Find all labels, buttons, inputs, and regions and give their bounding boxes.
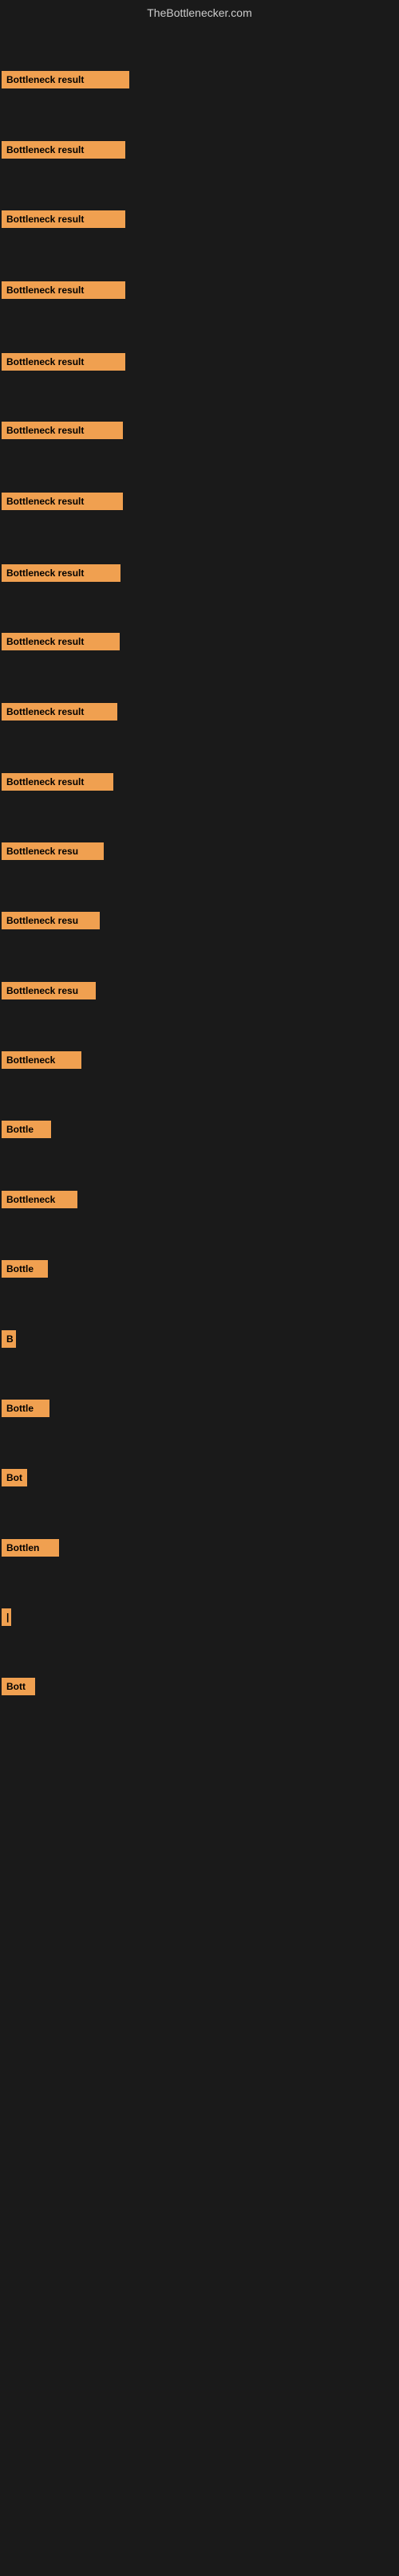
bottleneck-bar-23: | — [2, 1608, 11, 1626]
bottleneck-bar-4: Bottleneck result — [2, 281, 125, 299]
bottleneck-bar-5: Bottleneck result — [2, 353, 125, 371]
bar-row-15: Bottleneck — [2, 1051, 81, 1073]
bottleneck-bar-20: Bottle — [2, 1400, 49, 1417]
bottleneck-bar-1: Bottleneck result — [2, 71, 129, 88]
bottleneck-bar-11: Bottleneck result — [2, 773, 113, 791]
bar-row-16: Bottle — [2, 1121, 51, 1142]
bar-row-3: Bottleneck result — [2, 210, 125, 232]
bar-row-13: Bottleneck resu — [2, 912, 100, 933]
bottleneck-bar-6: Bottleneck result — [2, 422, 123, 439]
bar-row-1: Bottleneck result — [2, 71, 129, 92]
bottleneck-bar-8: Bottleneck result — [2, 564, 120, 582]
bar-row-5: Bottleneck result — [2, 353, 125, 375]
bar-row-23: | — [2, 1608, 11, 1630]
bar-row-14: Bottleneck resu — [2, 982, 96, 1003]
bar-row-12: Bottleneck resu — [2, 842, 104, 864]
bar-row-11: Bottleneck result — [2, 773, 113, 795]
site-title: TheBottlenecker.com — [0, 0, 399, 26]
bottleneck-bar-14: Bottleneck resu — [2, 982, 96, 999]
bottleneck-bar-13: Bottleneck resu — [2, 912, 100, 929]
bar-row-20: Bottle — [2, 1400, 49, 1421]
bar-row-10: Bottleneck result — [2, 703, 117, 724]
bottleneck-bar-3: Bottleneck result — [2, 210, 125, 228]
bottleneck-bar-12: Bottleneck resu — [2, 842, 104, 860]
bar-row-18: Bottle — [2, 1260, 48, 1282]
bars-container: Bottleneck result Bottleneck result Bottle… — [0, 26, 399, 2576]
bottleneck-bar-17: Bottleneck — [2, 1191, 77, 1208]
bar-row-8: Bottleneck result — [2, 564, 120, 586]
bottleneck-bar-16: Bottle — [2, 1121, 51, 1138]
bar-row-24: Bott — [2, 1678, 35, 1699]
bar-row-2: Bottleneck result — [2, 141, 125, 163]
bottleneck-bar-18: Bottle — [2, 1260, 48, 1278]
bottleneck-bar-2: Bottleneck result — [2, 141, 125, 159]
bar-row-7: Bottleneck result — [2, 493, 123, 514]
bottleneck-bar-19: B — [2, 1330, 16, 1348]
bottleneck-bar-10: Bottleneck result — [2, 703, 117, 721]
bottleneck-bar-22: Bottlen — [2, 1539, 59, 1557]
bottleneck-bar-9: Bottleneck result — [2, 633, 120, 650]
bar-row-17: Bottleneck — [2, 1191, 77, 1212]
bar-row-9: Bottleneck result — [2, 633, 120, 654]
bottleneck-bar-15: Bottleneck — [2, 1051, 81, 1069]
bar-row-22: Bottlen — [2, 1539, 59, 1561]
bar-row-21: Bot — [2, 1469, 27, 1490]
bottleneck-bar-7: Bottleneck result — [2, 493, 123, 510]
bar-row-4: Bottleneck result — [2, 281, 125, 303]
bar-row-6: Bottleneck result — [2, 422, 123, 443]
bottleneck-bar-24: Bott — [2, 1678, 35, 1695]
bottleneck-bar-21: Bot — [2, 1469, 27, 1486]
bar-row-19: B — [2, 1330, 16, 1352]
